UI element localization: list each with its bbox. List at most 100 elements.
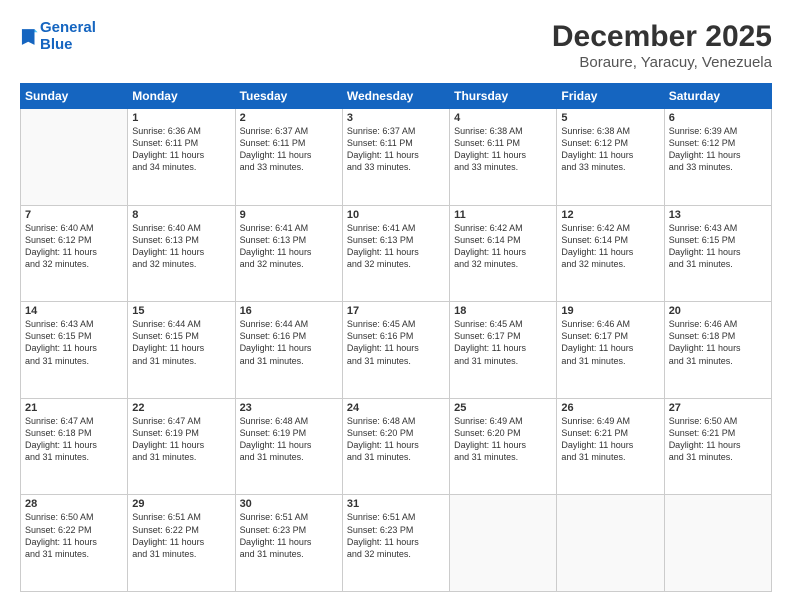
calendar-cell: 6Sunrise: 6:39 AM Sunset: 6:12 PM Daylig…	[664, 109, 771, 206]
cell-info: Sunrise: 6:49 AM Sunset: 6:20 PM Dayligh…	[454, 415, 552, 464]
cell-info: Sunrise: 6:51 AM Sunset: 6:22 PM Dayligh…	[132, 511, 230, 560]
cell-info: Sunrise: 6:47 AM Sunset: 6:18 PM Dayligh…	[25, 415, 123, 464]
cell-info: Sunrise: 6:38 AM Sunset: 6:12 PM Dayligh…	[561, 125, 659, 174]
day-number: 5	[561, 112, 659, 124]
day-number: 21	[25, 402, 123, 414]
calendar-cell: 11Sunrise: 6:42 AM Sunset: 6:14 PM Dayli…	[450, 205, 557, 302]
day-number: 1	[132, 112, 230, 124]
day-number: 9	[240, 209, 338, 221]
day-number: 27	[669, 402, 767, 414]
day-number: 7	[25, 209, 123, 221]
cell-info: Sunrise: 6:44 AM Sunset: 6:15 PM Dayligh…	[132, 318, 230, 367]
cell-info: Sunrise: 6:39 AM Sunset: 6:12 PM Dayligh…	[669, 125, 767, 174]
cell-info: Sunrise: 6:49 AM Sunset: 6:21 PM Dayligh…	[561, 415, 659, 464]
calendar-cell	[557, 495, 664, 592]
logo-text: General Blue	[40, 20, 96, 53]
day-number: 13	[669, 209, 767, 221]
day-number: 22	[132, 402, 230, 414]
day-number: 14	[25, 305, 123, 317]
location: Boraure, Yaracuy, Venezuela	[552, 54, 772, 71]
calendar-cell: 30Sunrise: 6:51 AM Sunset: 6:23 PM Dayli…	[235, 495, 342, 592]
calendar-cell: 14Sunrise: 6:43 AM Sunset: 6:15 PM Dayli…	[21, 302, 128, 399]
day-number: 15	[132, 305, 230, 317]
day-number: 4	[454, 112, 552, 124]
day-number: 10	[347, 209, 445, 221]
calendar-cell	[450, 495, 557, 592]
day-number: 25	[454, 402, 552, 414]
calendar-cell: 23Sunrise: 6:48 AM Sunset: 6:19 PM Dayli…	[235, 398, 342, 495]
calendar-week-5: 28Sunrise: 6:50 AM Sunset: 6:22 PM Dayli…	[21, 495, 772, 592]
calendar-cell: 20Sunrise: 6:46 AM Sunset: 6:18 PM Dayli…	[664, 302, 771, 399]
calendar-table: Sunday Monday Tuesday Wednesday Thursday…	[20, 83, 772, 592]
header-wednesday: Wednesday	[342, 84, 449, 109]
calendar-cell: 31Sunrise: 6:51 AM Sunset: 6:23 PM Dayli…	[342, 495, 449, 592]
cell-info: Sunrise: 6:43 AM Sunset: 6:15 PM Dayligh…	[669, 222, 767, 271]
cell-info: Sunrise: 6:51 AM Sunset: 6:23 PM Dayligh…	[347, 511, 445, 560]
cell-info: Sunrise: 6:36 AM Sunset: 6:11 PM Dayligh…	[132, 125, 230, 174]
day-number: 6	[669, 112, 767, 124]
calendar-cell: 15Sunrise: 6:44 AM Sunset: 6:15 PM Dayli…	[128, 302, 235, 399]
day-number: 26	[561, 402, 659, 414]
day-number: 20	[669, 305, 767, 317]
calendar-cell: 1Sunrise: 6:36 AM Sunset: 6:11 PM Daylig…	[128, 109, 235, 206]
cell-info: Sunrise: 6:40 AM Sunset: 6:13 PM Dayligh…	[132, 222, 230, 271]
calendar-cell: 16Sunrise: 6:44 AM Sunset: 6:16 PM Dayli…	[235, 302, 342, 399]
calendar-cell: 28Sunrise: 6:50 AM Sunset: 6:22 PM Dayli…	[21, 495, 128, 592]
header: General Blue December 2025 Boraure, Yara…	[20, 20, 772, 71]
cell-info: Sunrise: 6:46 AM Sunset: 6:17 PM Dayligh…	[561, 318, 659, 367]
calendar-week-1: 1Sunrise: 6:36 AM Sunset: 6:11 PM Daylig…	[21, 109, 772, 206]
calendar-cell: 9Sunrise: 6:41 AM Sunset: 6:13 PM Daylig…	[235, 205, 342, 302]
cell-info: Sunrise: 6:41 AM Sunset: 6:13 PM Dayligh…	[240, 222, 338, 271]
cell-info: Sunrise: 6:48 AM Sunset: 6:20 PM Dayligh…	[347, 415, 445, 464]
calendar-cell: 18Sunrise: 6:45 AM Sunset: 6:17 PM Dayli…	[450, 302, 557, 399]
cell-info: Sunrise: 6:41 AM Sunset: 6:13 PM Dayligh…	[347, 222, 445, 271]
cell-info: Sunrise: 6:42 AM Sunset: 6:14 PM Dayligh…	[454, 222, 552, 271]
day-number: 3	[347, 112, 445, 124]
cell-info: Sunrise: 6:40 AM Sunset: 6:12 PM Dayligh…	[25, 222, 123, 271]
cell-info: Sunrise: 6:50 AM Sunset: 6:21 PM Dayligh…	[669, 415, 767, 464]
calendar-cell: 7Sunrise: 6:40 AM Sunset: 6:12 PM Daylig…	[21, 205, 128, 302]
calendar-cell: 3Sunrise: 6:37 AM Sunset: 6:11 PM Daylig…	[342, 109, 449, 206]
calendar-cell: 19Sunrise: 6:46 AM Sunset: 6:17 PM Dayli…	[557, 302, 664, 399]
day-number: 23	[240, 402, 338, 414]
calendar-cell: 13Sunrise: 6:43 AM Sunset: 6:15 PM Dayli…	[664, 205, 771, 302]
cell-info: Sunrise: 6:44 AM Sunset: 6:16 PM Dayligh…	[240, 318, 338, 367]
cell-info: Sunrise: 6:46 AM Sunset: 6:18 PM Dayligh…	[669, 318, 767, 367]
cell-info: Sunrise: 6:37 AM Sunset: 6:11 PM Dayligh…	[240, 125, 338, 174]
header-monday: Monday	[128, 84, 235, 109]
calendar-week-2: 7Sunrise: 6:40 AM Sunset: 6:12 PM Daylig…	[21, 205, 772, 302]
day-number: 31	[347, 498, 445, 510]
cell-info: Sunrise: 6:51 AM Sunset: 6:23 PM Dayligh…	[240, 511, 338, 560]
calendar-cell: 8Sunrise: 6:40 AM Sunset: 6:13 PM Daylig…	[128, 205, 235, 302]
day-number: 28	[25, 498, 123, 510]
calendar-week-4: 21Sunrise: 6:47 AM Sunset: 6:18 PM Dayli…	[21, 398, 772, 495]
day-number: 11	[454, 209, 552, 221]
calendar-cell: 17Sunrise: 6:45 AM Sunset: 6:16 PM Dayli…	[342, 302, 449, 399]
calendar-cell: 21Sunrise: 6:47 AM Sunset: 6:18 PM Dayli…	[21, 398, 128, 495]
calendar-cell: 26Sunrise: 6:49 AM Sunset: 6:21 PM Dayli…	[557, 398, 664, 495]
calendar-cell: 5Sunrise: 6:38 AM Sunset: 6:12 PM Daylig…	[557, 109, 664, 206]
header-tuesday: Tuesday	[235, 84, 342, 109]
calendar-week-3: 14Sunrise: 6:43 AM Sunset: 6:15 PM Dayli…	[21, 302, 772, 399]
calendar-cell: 25Sunrise: 6:49 AM Sunset: 6:20 PM Dayli…	[450, 398, 557, 495]
cell-info: Sunrise: 6:38 AM Sunset: 6:11 PM Dayligh…	[454, 125, 552, 174]
calendar-cell: 12Sunrise: 6:42 AM Sunset: 6:14 PM Dayli…	[557, 205, 664, 302]
calendar-cell: 29Sunrise: 6:51 AM Sunset: 6:22 PM Dayli…	[128, 495, 235, 592]
calendar-cell	[21, 109, 128, 206]
header-friday: Friday	[557, 84, 664, 109]
header-sunday: Sunday	[21, 84, 128, 109]
calendar-cell: 22Sunrise: 6:47 AM Sunset: 6:19 PM Dayli…	[128, 398, 235, 495]
cell-info: Sunrise: 6:45 AM Sunset: 6:16 PM Dayligh…	[347, 318, 445, 367]
day-number: 17	[347, 305, 445, 317]
cell-info: Sunrise: 6:42 AM Sunset: 6:14 PM Dayligh…	[561, 222, 659, 271]
page: General Blue December 2025 Boraure, Yara…	[0, 0, 792, 612]
header-thursday: Thursday	[450, 84, 557, 109]
logo-icon	[20, 26, 38, 48]
day-number: 30	[240, 498, 338, 510]
day-number: 16	[240, 305, 338, 317]
month-title: December 2025	[552, 20, 772, 54]
day-number: 24	[347, 402, 445, 414]
day-number: 2	[240, 112, 338, 124]
day-number: 19	[561, 305, 659, 317]
day-number: 29	[132, 498, 230, 510]
